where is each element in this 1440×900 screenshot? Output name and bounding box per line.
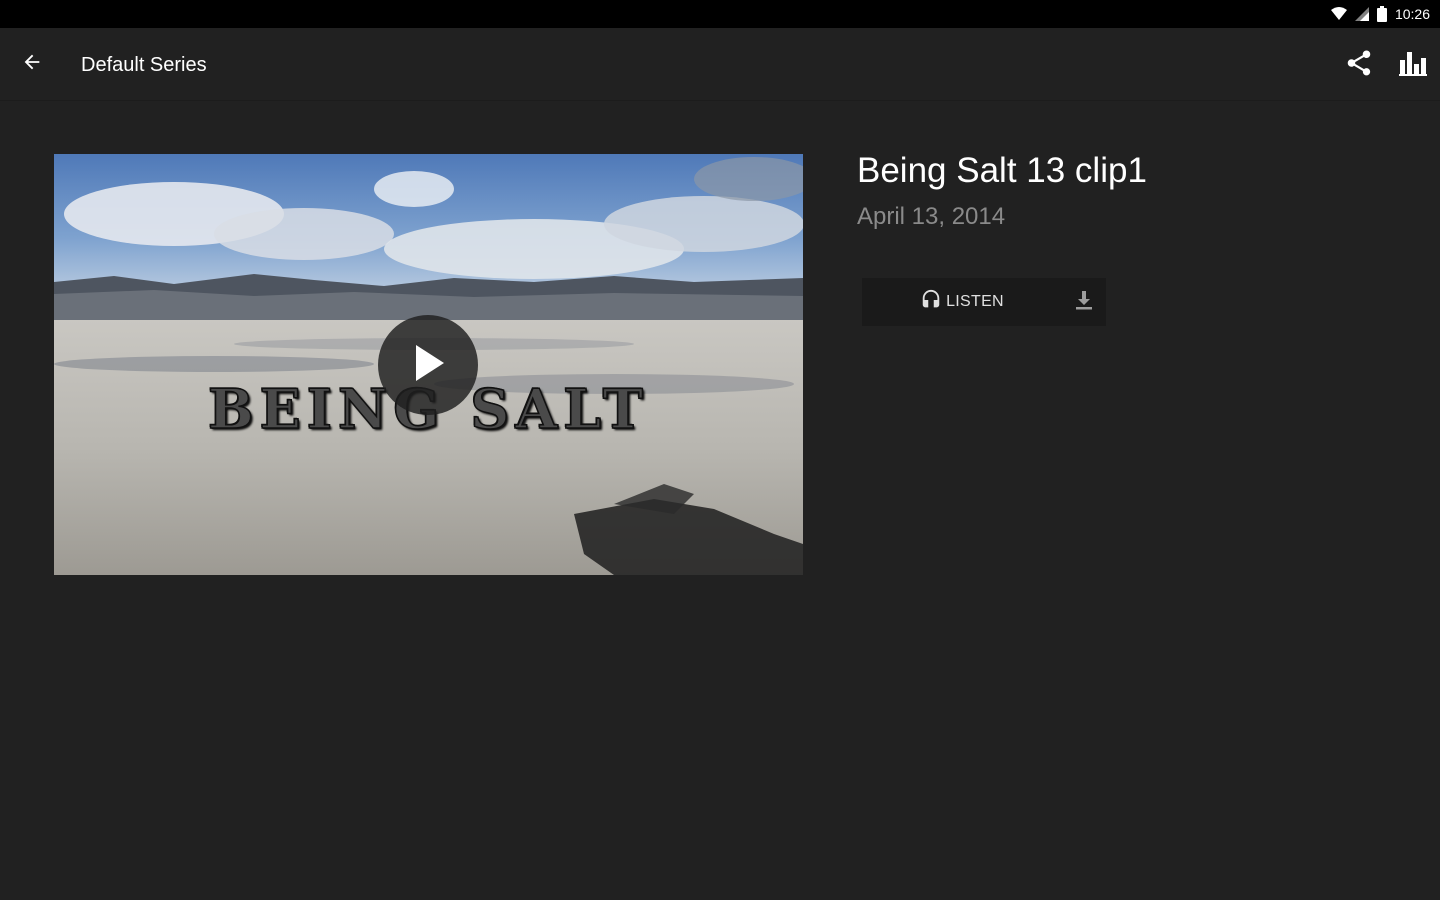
page-title: Default Series: [81, 54, 207, 76]
app-toolbar: Default Series: [0, 28, 1440, 100]
wifi-icon: [1330, 7, 1347, 21]
download-button[interactable]: [1062, 278, 1106, 326]
cellular-signal-icon: [1354, 7, 1369, 21]
arrow-back-icon: [21, 51, 43, 78]
battery-icon: [1376, 6, 1387, 22]
play-icon: [410, 343, 446, 388]
play-button[interactable]: [378, 315, 478, 415]
headphones-icon: [920, 289, 942, 316]
status-bar: 10:26: [0, 0, 1440, 28]
episode-title: Being Salt 13 clip1: [857, 151, 1147, 190]
back-button[interactable]: [12, 44, 52, 84]
share-icon: [1344, 48, 1374, 83]
listen-label: LISTEN: [946, 293, 1004, 310]
status-time: 10:26: [1394, 6, 1430, 22]
stats-button[interactable]: [1394, 46, 1432, 84]
bar-chart-icon: [1399, 50, 1427, 81]
video-thumbnail[interactable]: BEING SALT: [54, 154, 803, 575]
share-button[interactable]: [1340, 46, 1378, 84]
episode-date: April 13, 2014: [857, 203, 1006, 230]
listen-button[interactable]: LISTEN: [862, 278, 1062, 326]
episode-actions: LISTEN: [862, 278, 1106, 326]
download-icon: [1074, 289, 1094, 316]
